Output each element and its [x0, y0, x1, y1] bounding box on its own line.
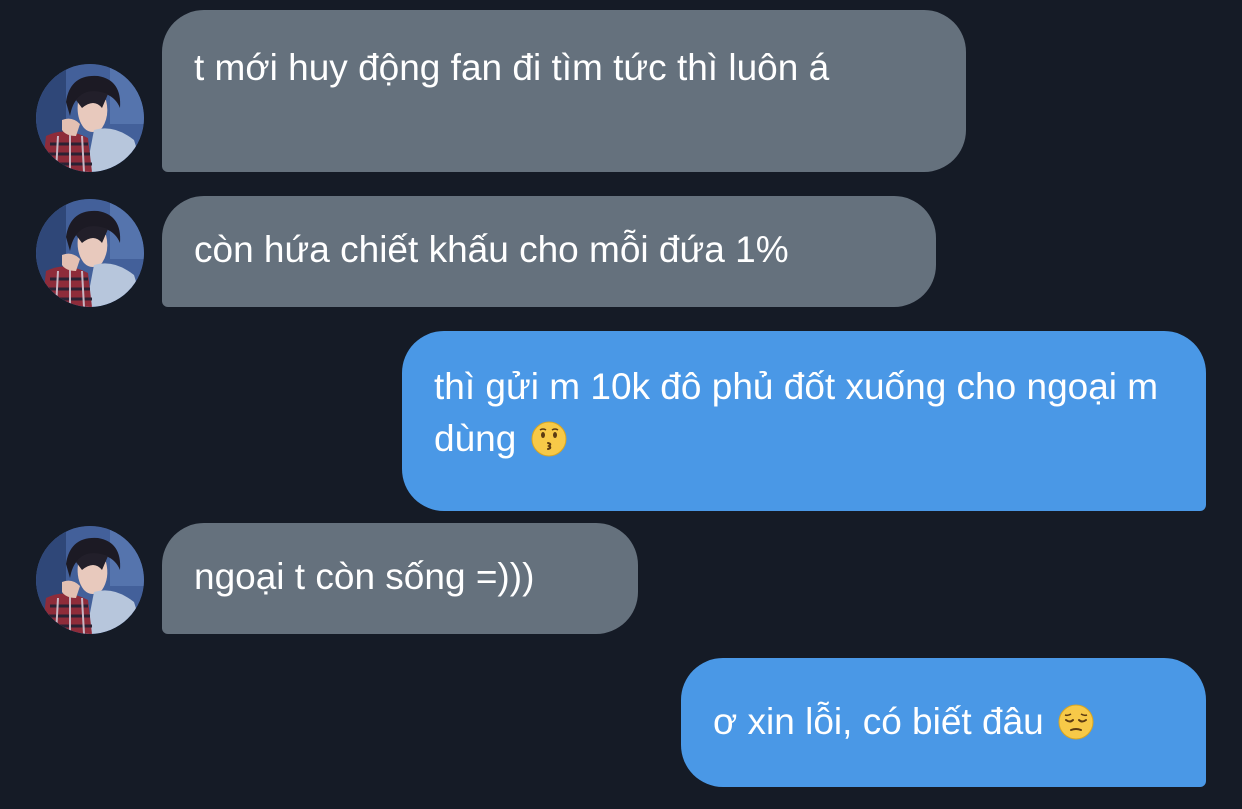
contact-avatar[interactable] — [36, 64, 144, 172]
incoming-message-bubble[interactable]: còn hứa chiết khấu cho mỗi đứa 1% — [162, 196, 936, 307]
incoming-message-bubble[interactable]: ngoại t còn sống =))) — [162, 523, 638, 634]
message-text: ngoại t còn sống =))) — [194, 556, 535, 597]
outgoing-message-bubble[interactable]: thì gửi m 10k đô phủ đốt xuống cho ngoại… — [402, 331, 1206, 511]
contact-avatar[interactable] — [36, 526, 144, 634]
pensive-face-icon — [1058, 704, 1094, 740]
message-text: ơ xin lỗi, có biết đâu — [713, 701, 1044, 742]
contact-avatar[interactable] — [36, 199, 144, 307]
kissing-face-icon — [531, 421, 567, 457]
chat-thread: t mới huy động fan đi tìm tức thì luôn á… — [0, 0, 1242, 809]
outgoing-message-bubble[interactable]: ơ xin lỗi, có biết đâu — [681, 658, 1206, 787]
message-text: t mới huy động fan đi tìm tức thì luôn á — [194, 47, 830, 88]
message-text: còn hứa chiết khấu cho mỗi đứa 1% — [194, 229, 789, 270]
incoming-message-bubble[interactable]: t mới huy động fan đi tìm tức thì luôn á — [162, 10, 966, 172]
